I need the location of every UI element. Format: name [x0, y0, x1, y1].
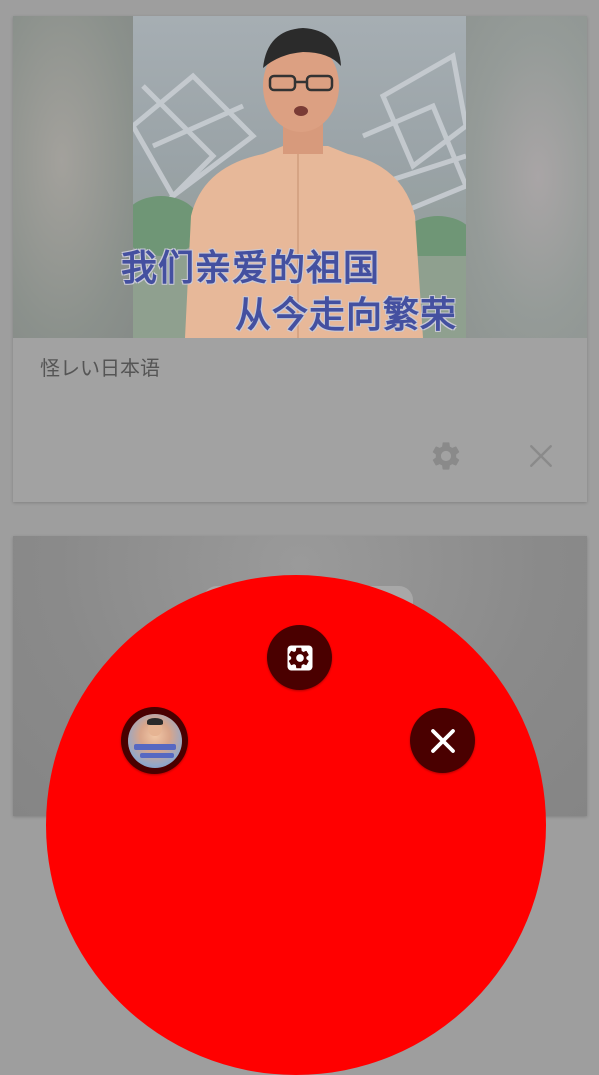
- thumbnail-blur-right: [465, 16, 587, 338]
- open-video-button[interactable]: [121, 707, 188, 774]
- card-title: 怪レい日本语: [40, 356, 160, 380]
- thumbnail-blur-left: [13, 16, 135, 338]
- close-icon[interactable]: [523, 438, 559, 474]
- settings-button[interactable]: [267, 625, 332, 690]
- video-frame: [133, 16, 466, 338]
- thumbnail-caption-bar-1: [133, 743, 176, 750]
- menu-close-button[interactable]: [410, 708, 475, 773]
- close-icon: [430, 728, 455, 753]
- video-thumbnail[interactable]: 我们亲爱的祖国 从今走向繁荣: [13, 16, 587, 338]
- video-thumbnail-icon: [127, 713, 182, 768]
- thumbnail-caption-bar-2: [139, 752, 174, 758]
- video-caption-line-2: 从今走向繁荣: [235, 295, 458, 335]
- video-caption-line-1: 我们亲爱的祖国: [121, 248, 381, 288]
- video-card[interactable]: 我们亲爱的祖国 从今走向繁荣 怪レい日本语: [13, 16, 587, 502]
- settings-icon: [287, 645, 312, 670]
- thumbnail-hair: [146, 717, 163, 725]
- video-frame-scene: [133, 28, 466, 338]
- gear-icon[interactable]: [426, 436, 466, 476]
